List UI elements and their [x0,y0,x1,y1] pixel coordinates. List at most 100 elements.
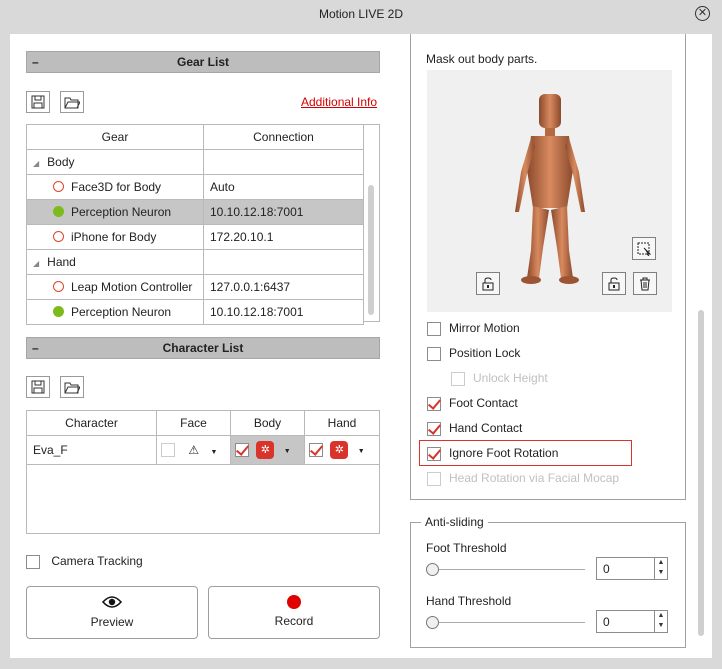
gear-list-header[interactable]: – Gear List [26,51,380,73]
table-row[interactable]: Eva_F ⚠ ▼ ✲ ▼ ✲ ▼ [26,435,380,465]
table-row[interactable]: Perception Neuron 10.10.12.18:7001 [26,299,364,325]
gear-name: Face3D for Body [71,180,162,194]
foot-contact-checkbox[interactable] [427,396,441,411]
mask-title: Mask out body parts. [426,52,538,66]
character-list-header[interactable]: – Character List [26,337,380,359]
folder-open-icon[interactable] [60,376,84,398]
column-header-hand: Hand [304,410,380,436]
folder-open-icon[interactable] [60,91,84,113]
camera-tracking-checkbox[interactable] [26,554,40,569]
scrollbar-thumb[interactable] [368,185,374,315]
gear-name: Leap Motion Controller [71,280,193,294]
save-icon[interactable] [26,376,50,398]
body-mask-viewport[interactable] [427,70,672,312]
table-row[interactable]: Face3D for Body Auto [26,174,364,200]
disconnected-status-icon [53,231,64,242]
hand-contact-option[interactable]: Hand Contact [427,419,522,437]
mirror-motion-option[interactable]: Mirror Motion [427,319,520,337]
group-row-hand[interactable]: ◢ Hand [26,249,364,275]
gear-list-title: Gear List [176,55,230,69]
unlock-icon[interactable] [602,272,626,295]
face-checkbox[interactable] [161,443,175,458]
mocap-device-icon[interactable]: ✲ [330,441,349,459]
trash-icon[interactable] [633,272,657,295]
hand-threshold-track[interactable] [431,622,585,623]
hand-threshold-slider[interactable] [426,616,439,629]
mirror-motion-checkbox[interactable] [427,321,441,336]
body-dropdown-icon[interactable]: ▼ [284,448,291,455]
additional-info-link[interactable]: Additional Info [301,95,377,109]
table-row[interactable]: Perception Neuron 10.10.12.18:7001 [26,199,364,225]
select-region-icon[interactable] [632,237,656,260]
ignore-foot-rotation-checkbox[interactable] [427,446,441,461]
decrement-arrow-icon[interactable]: ▼ [655,621,667,631]
unlock-height-checkbox [451,371,465,386]
gear-connection: 127.0.0.1:6437 [203,274,364,300]
hand-dropdown-icon[interactable]: ▼ [358,448,365,455]
anti-sliding-group: Anti-sliding Foot Threshold 0 ▲ ▼ Hand Th… [410,515,686,648]
mask-panel: Mask out body parts. Mirror Motion Posit… [410,34,686,500]
collapse-icon: – [32,341,39,355]
camera-tracking-label: Camera Tracking [51,554,143,568]
right-panel-scrollbar[interactable] [696,34,706,648]
unlock-height-option: Unlock Height [451,369,548,387]
connected-status-icon [53,306,64,317]
gear-connection: Auto [203,174,364,200]
increment-arrow-icon[interactable]: ▲ [655,558,667,568]
record-button[interactable]: Record [208,586,380,639]
main-window: – Gear List Additional Info Gear Connect… [10,34,712,658]
eye-icon [101,596,123,608]
option-label: Hand Contact [449,421,523,435]
gear-connection: 172.20.10.1 [203,224,364,250]
unlock-icon[interactable] [476,272,500,295]
mocap-device-icon[interactable]: ✲ [256,441,275,459]
hand-threshold-value[interactable]: 0 [603,615,610,629]
camera-tracking-option[interactable]: Camera Tracking [26,552,143,570]
increment-arrow-icon[interactable]: ▲ [655,611,667,621]
record-icon [287,595,301,609]
foot-contact-option[interactable]: Foot Contact [427,394,518,412]
scrollbar-thumb[interactable] [698,310,704,636]
body-checkbox[interactable] [235,443,249,457]
preview-label: Preview [90,615,134,629]
gear-scrollbar[interactable] [364,124,380,322]
expand-arrow-icon[interactable]: ◢ [33,259,39,268]
column-header-connection: Connection [203,124,364,150]
column-header-face: Face [156,410,231,436]
warning-icon: ⚠ [188,442,200,457]
expand-arrow-icon[interactable]: ◢ [33,159,39,168]
group-label: Hand [47,255,76,269]
table-row[interactable]: Leap Motion Controller 127.0.0.1:6437 [26,274,364,300]
preview-button[interactable]: Preview [26,586,198,639]
foot-threshold-value[interactable]: 0 [603,562,610,576]
option-label: Mirror Motion [449,321,520,335]
ignore-foot-rotation-option[interactable]: Ignore Foot Rotation [427,444,558,462]
option-label: Position Lock [449,346,521,360]
hand-threshold-stepper[interactable]: 0 ▲ ▼ [596,610,668,633]
option-label: Ignore Foot Rotation [449,446,559,460]
column-header-gear: Gear [26,124,204,150]
save-icon[interactable] [26,91,50,113]
decrement-arrow-icon[interactable]: ▼ [655,568,667,578]
collapse-icon: – [32,55,39,69]
foot-threshold-track[interactable] [431,569,585,570]
title-bar: Motion LIVE 2D ✕ [0,0,722,30]
group-row-body[interactable]: ◢ Body [26,149,364,175]
position-lock-checkbox[interactable] [427,346,441,361]
hand-contact-checkbox[interactable] [427,421,441,436]
foot-threshold-label: Foot Threshold [426,541,507,555]
close-icon[interactable]: ✕ [695,6,710,21]
head-rotation-option: Head Rotation via Facial Mocap [427,469,619,487]
position-lock-option[interactable]: Position Lock [427,344,520,362]
disconnected-status-icon [53,181,64,192]
column-header-body: Body [230,410,305,436]
option-label: Head Rotation via Facial Mocap [449,471,620,485]
foot-threshold-stepper[interactable]: 0 ▲ ▼ [596,557,668,580]
anti-sliding-title: Anti-sliding [421,515,488,529]
hand-checkbox[interactable] [309,443,323,457]
face-dropdown-icon[interactable]: ▼ [210,449,217,456]
foot-threshold-slider[interactable] [426,563,439,576]
record-label: Record [274,614,314,628]
column-header-character: Character [26,410,157,436]
table-row[interactable]: iPhone for Body 172.20.10.1 [26,224,364,250]
